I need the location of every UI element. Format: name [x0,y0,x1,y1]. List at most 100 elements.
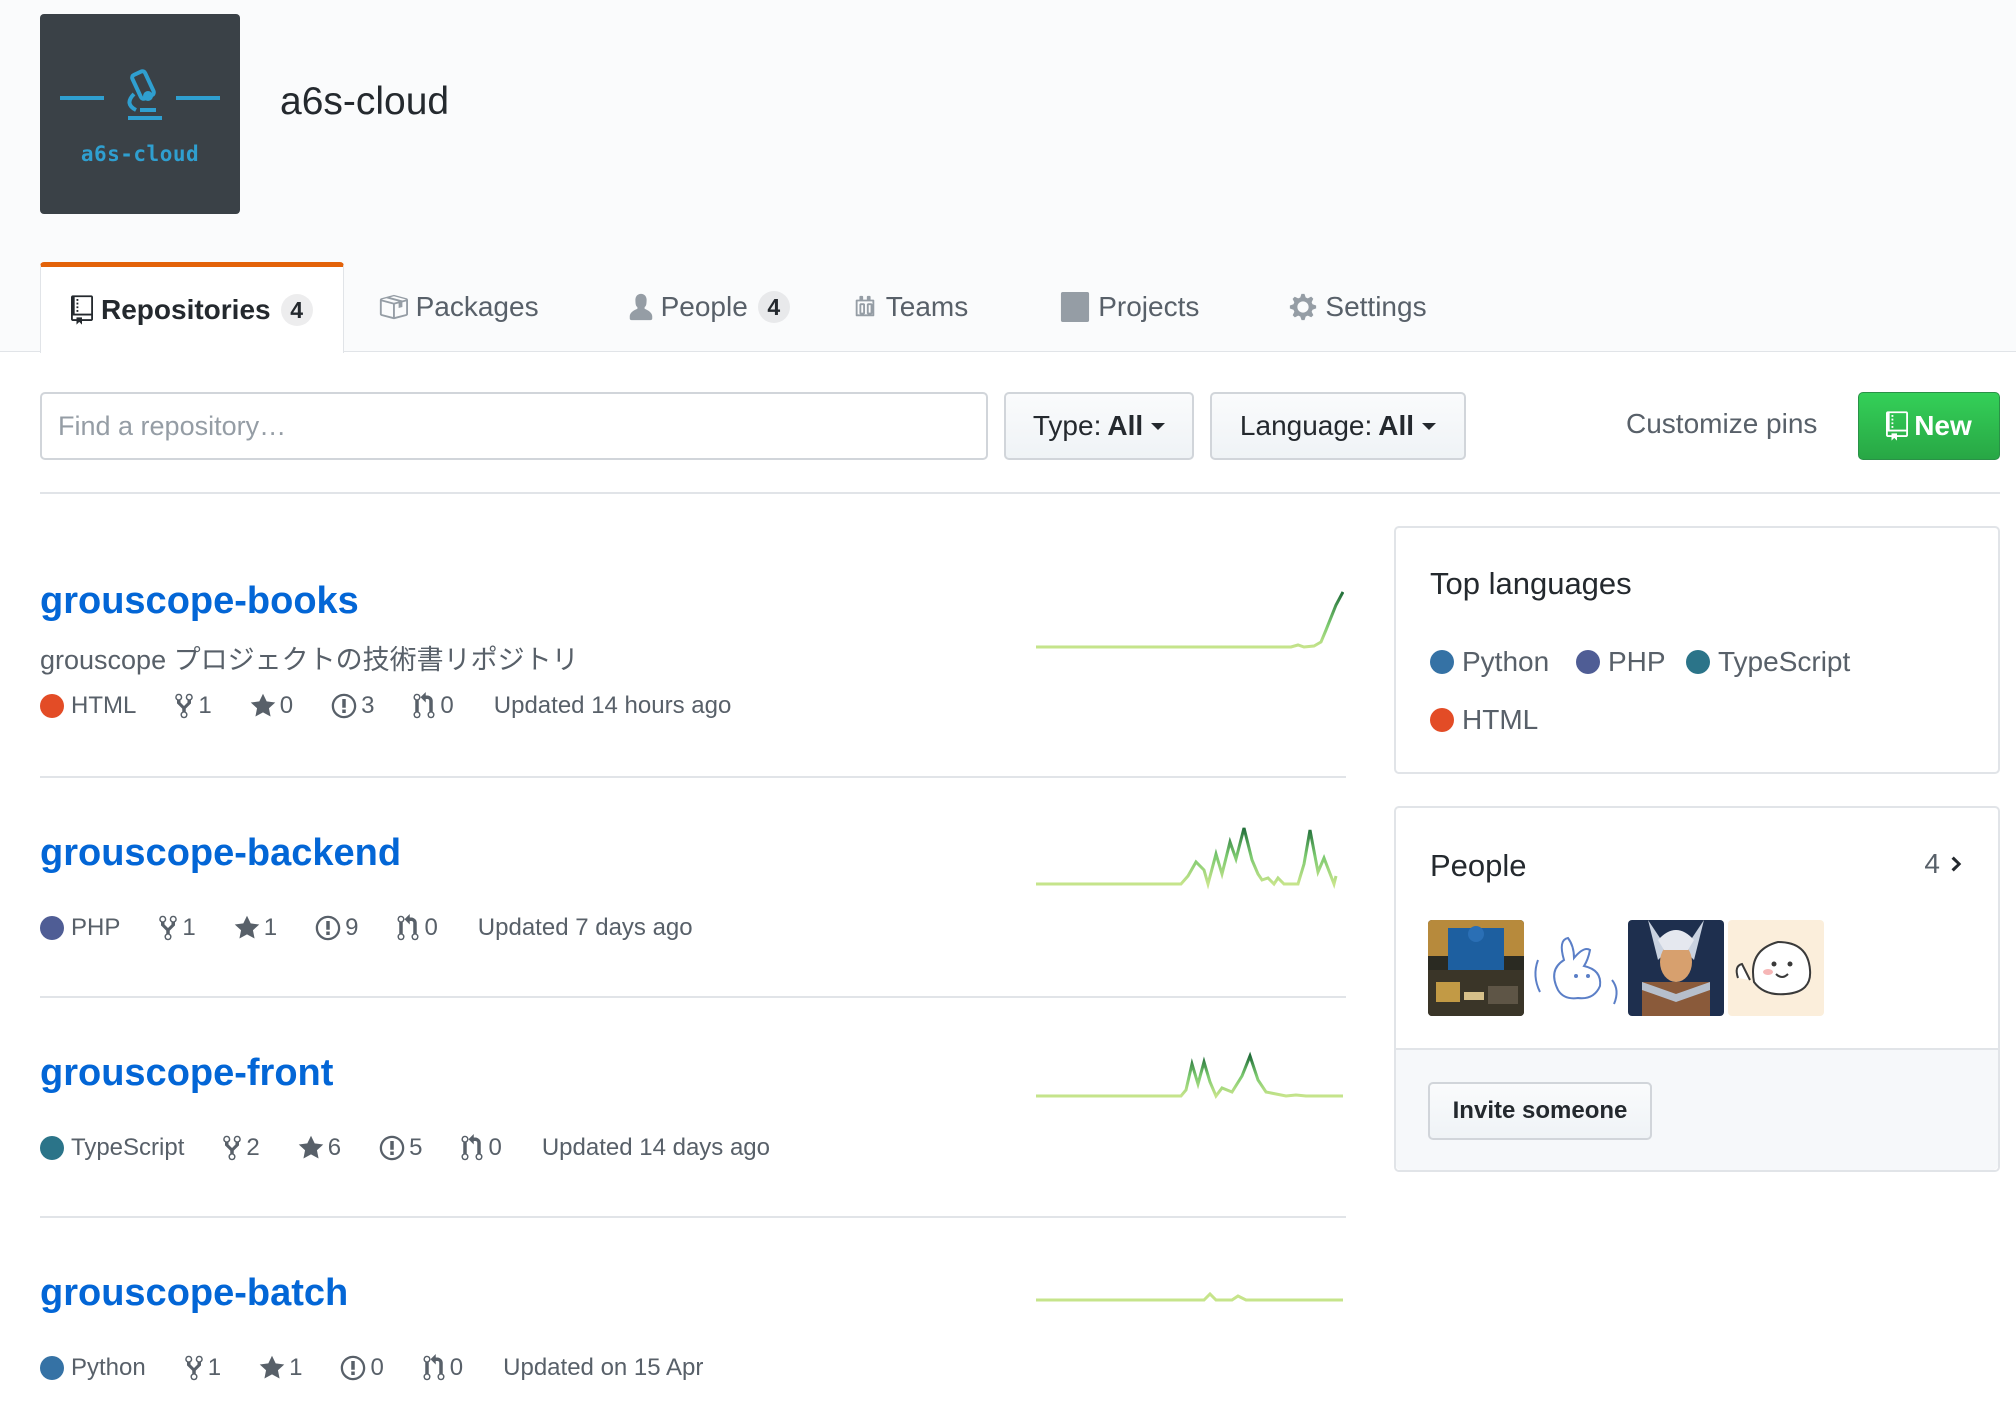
language-color-dot [1430,650,1454,674]
tab-settings[interactable]: Settings [1289,262,1427,352]
customize-pins-link[interactable]: Customize pins [1626,408,1817,440]
repo-divider [40,996,1346,998]
language-filter-typescript[interactable]: TypeScript [1686,646,1850,678]
repo-forks-link[interactable]: 1 [184,1354,221,1382]
repo-name-link[interactable]: grouscope-batch [40,1272,348,1315]
tab-packages-label: Packages [415,291,539,322]
language-color-dot [40,1136,64,1160]
person-icon [629,292,653,322]
fork-icon [159,915,178,941]
people-title: People [1430,848,1527,883]
repo-stars-link[interactable]: 6 [298,1134,341,1162]
repo-language: PHP [40,914,120,942]
repo-pulls-link[interactable]: 0 [422,1354,463,1382]
people-box: People 4 Invite someone [1394,806,2000,1172]
repo-stars-link[interactable]: 1 [259,1354,302,1382]
pull-request-icon [397,914,419,941]
repo-pulls-link[interactable]: 0 [460,1134,502,1162]
language-color-dot [40,916,64,940]
filter-divider [40,492,2000,494]
language-filter-dropdown[interactable]: Language: All [1210,392,1466,460]
repo-meta: HTML 1 0 3 0 Updated 14 hours ago [40,692,731,720]
people-count: 4 [1924,848,1940,879]
invite-someone-button[interactable]: Invite someone [1428,1082,1652,1140]
tab-teams-label: Teams [885,291,969,322]
type-filter-value: All [1107,410,1144,441]
language-filter-python[interactable]: Python [1430,646,1549,678]
fork-icon [175,693,194,719]
org-avatar[interactable]: a6s-cloud [40,14,240,214]
repositories-counter: 4 [280,294,313,326]
member-avatar[interactable] [1428,920,1524,1016]
repo-stars-link[interactable]: 0 [250,692,293,720]
member-avatar[interactable] [1728,920,1824,1016]
tab-settings-label: Settings [1325,291,1427,322]
jersey-icon [852,292,878,322]
repo-stars-link[interactable]: 1 [234,914,277,942]
repo-issues-link[interactable]: 3 [331,692,374,720]
repo-forks-link[interactable]: 1 [158,914,196,942]
repo-forks-link[interactable]: 2 [222,1134,260,1162]
pull-request-icon [413,692,435,719]
repo-name-link[interactable]: grouscope-front [40,1052,333,1095]
repo-language: HTML [40,692,136,720]
people-counter: 4 [757,291,790,323]
issue-icon [341,1355,366,1381]
repo-updated: Updated 7 days ago [477,914,693,941]
new-repository-button[interactable]: New [1858,392,2000,460]
tab-projects-label: Projects [1098,291,1200,322]
language-filter-php[interactable]: PHP [1576,646,1666,678]
language-filter-html[interactable]: HTML [1430,704,1538,736]
repo-language: TypeScript [40,1134,184,1162]
repo-issues-link[interactable]: 5 [379,1134,422,1162]
star-icon [298,1135,323,1159]
language-color-dot [1430,708,1454,732]
repo-issues-link[interactable]: 9 [315,914,358,942]
member-avatar[interactable] [1628,920,1724,1016]
activity-sparkline [1036,1291,1343,1302]
fork-icon [223,1135,242,1161]
type-filter-dropdown[interactable]: Type: All [1004,392,1194,460]
tab-projects[interactable]: Projects [1060,262,1199,352]
org-avatar-label: a6s-cloud [80,142,200,166]
star-icon [259,1355,285,1379]
repo-updated: Updated 14 hours ago [493,692,732,719]
top-languages-box: Top languages Python PHP TypeScript HTML [1394,526,2000,774]
repo-pulls-link[interactable]: 0 [412,692,454,720]
people-count-link[interactable]: 4 [1924,848,1964,880]
type-filter-label: Type: [1032,410,1102,441]
repository-search-input[interactable] [40,392,988,460]
repo-updated: Updated on 15 Apr [503,1354,704,1381]
chevron-right-icon [1951,856,1962,872]
repo-meta: Python 1 1 0 0 Updated on 15 Apr [40,1354,703,1382]
repo-icon [71,295,93,325]
gear-icon [1289,292,1317,322]
repo-name-link[interactable]: grouscope-backend [40,832,401,875]
tab-packages[interactable]: Packages [378,262,539,352]
pull-request-icon [461,1134,483,1161]
tab-repositories-label: Repositories [101,294,271,325]
package-icon [378,292,408,322]
tab-people[interactable]: People 4 [629,262,790,352]
language-color-dot [1576,650,1600,674]
star-icon [234,915,259,939]
new-button-label: New [1914,410,1972,441]
tab-repositories[interactable]: Repositories 4 [40,262,344,353]
activity-sparkline [1036,1051,1343,1099]
type-caret-icon [1151,422,1166,430]
member-avatar[interactable] [1528,920,1624,1016]
org-header: a6s-cloud a6s-cloud Repositories 4 Packa… [0,0,2016,353]
repo-meta: TypeScript 2 6 5 0 Updated 14 days ago [40,1134,770,1162]
repo-name-link[interactable]: grouscope-books [40,580,359,623]
repo-description: grouscope プロジェクトの技術書リポジトリ [40,645,579,675]
repo-updated: Updated 14 days ago [541,1134,771,1161]
tab-teams[interactable]: Teams [852,262,968,352]
issue-icon [331,693,357,719]
repo-pulls-link[interactable]: 0 [396,914,438,942]
language-filter-label: Language: [1239,410,1373,441]
repo-meta: PHP 1 1 9 0 Updated 7 days ago [40,914,693,942]
fork-icon [184,1355,203,1381]
repo-issues-link[interactable]: 0 [340,1354,384,1382]
activity-sparkline [1036,827,1338,890]
repo-forks-link[interactable]: 1 [174,692,212,720]
